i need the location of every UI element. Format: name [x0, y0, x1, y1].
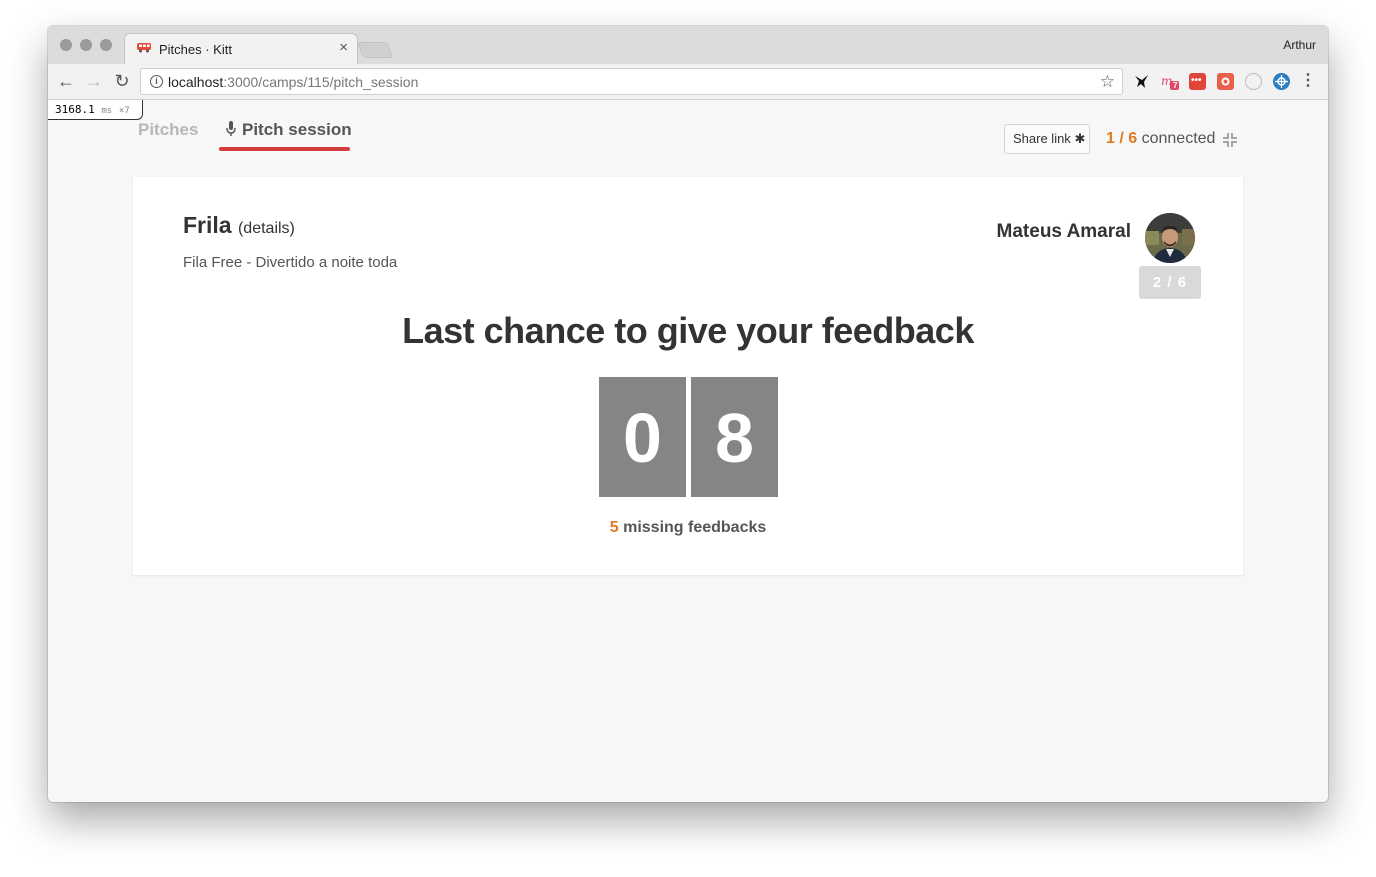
tab-close-icon[interactable]: ×	[339, 40, 348, 56]
bus-icon	[137, 43, 151, 53]
extension-puzzle-icon[interactable]	[1217, 73, 1234, 90]
browser-menu-icon[interactable]: ⋮	[1300, 72, 1316, 90]
share-link-button[interactable]: Share link ✱	[1004, 124, 1090, 154]
address-bar[interactable]: i localhost:3000/camps/115/pitch_session…	[140, 68, 1123, 95]
tab-title: Pitches · Kitt	[159, 42, 232, 57]
extension-globe-icon[interactable]	[1273, 73, 1290, 90]
browser-tab[interactable]: Pitches · Kitt ×	[124, 33, 358, 64]
presenter-name: Mateus Amaral	[996, 221, 1131, 242]
active-tab-indicator	[219, 147, 350, 151]
close-window-button[interactable]	[60, 39, 72, 51]
pitch-card: Frila (details) Fila Free - Divertido a …	[133, 177, 1243, 575]
tab-pitch-session-label: Pitch session	[242, 120, 352, 139]
missing-label: missing feedbacks	[623, 519, 767, 536]
bookmark-star-icon[interactable]: ☆	[1100, 72, 1115, 92]
tab-bar: Pitches · Kitt × Arthur	[48, 26, 1328, 64]
extension-circle-icon[interactable]	[1245, 73, 1262, 90]
gear-icon: ✱	[1074, 131, 1086, 146]
tab-pitch-session[interactable]: Pitch session	[226, 120, 352, 140]
tab-pitches[interactable]: Pitches	[138, 120, 198, 140]
feedback-headline: Last chance to give your feedback	[402, 310, 974, 351]
new-tab-button[interactable]	[357, 42, 393, 58]
startup-name: Frila	[183, 212, 232, 238]
extension-bird-icon[interactable]	[1133, 73, 1150, 90]
extension-pencil-icon[interactable]: m 7	[1161, 73, 1179, 90]
extension-dots-icon[interactable]: •••	[1189, 73, 1206, 90]
connected-count: 1 / 6	[1106, 130, 1138, 147]
browser-window: Pitches · Kitt × Arthur ← → ↻ i localhos…	[48, 26, 1328, 802]
connected-label: connected	[1141, 130, 1216, 147]
countdown-digit: 0	[599, 377, 686, 497]
extension-badge: 7	[1173, 81, 1178, 90]
avatar	[1145, 213, 1195, 263]
countdown-digit: 8	[691, 377, 778, 497]
startup-tagline: Fila Free - Divertido a noite toda	[183, 254, 398, 271]
share-link-label: Share link	[1013, 131, 1071, 146]
browser-toolbar: ← → ↻ i localhost:3000/camps/115/pitch_s…	[48, 64, 1328, 100]
minimize-window-button[interactable]	[80, 39, 92, 51]
forward-arrow-icon[interactable]: →	[83, 70, 105, 92]
timing-overlay: 3168.1 ms ×7	[48, 100, 143, 120]
pitch-order-badge: 2 / 6	[1139, 266, 1201, 299]
exit-fullscreen-icon[interactable]	[1222, 132, 1238, 148]
profile-name[interactable]: Arthur	[1283, 38, 1316, 52]
startup-title: Frila (details)	[183, 212, 295, 239]
details-link[interactable]: (details)	[238, 220, 295, 237]
missing-count: 5	[609, 519, 619, 536]
missing-feedbacks: 5 missing feedbacks	[133, 519, 1243, 537]
reload-icon[interactable]: ↻	[111, 70, 133, 92]
zoom-window-button[interactable]	[100, 39, 112, 51]
microphone-icon	[226, 121, 236, 136]
connected-status: 1 / 6 connected	[1106, 130, 1215, 148]
back-arrow-icon[interactable]: ←	[55, 70, 77, 92]
url-text[interactable]: localhost:3000/camps/115/pitch_session	[168, 74, 418, 90]
info-icon[interactable]: i	[150, 75, 163, 88]
